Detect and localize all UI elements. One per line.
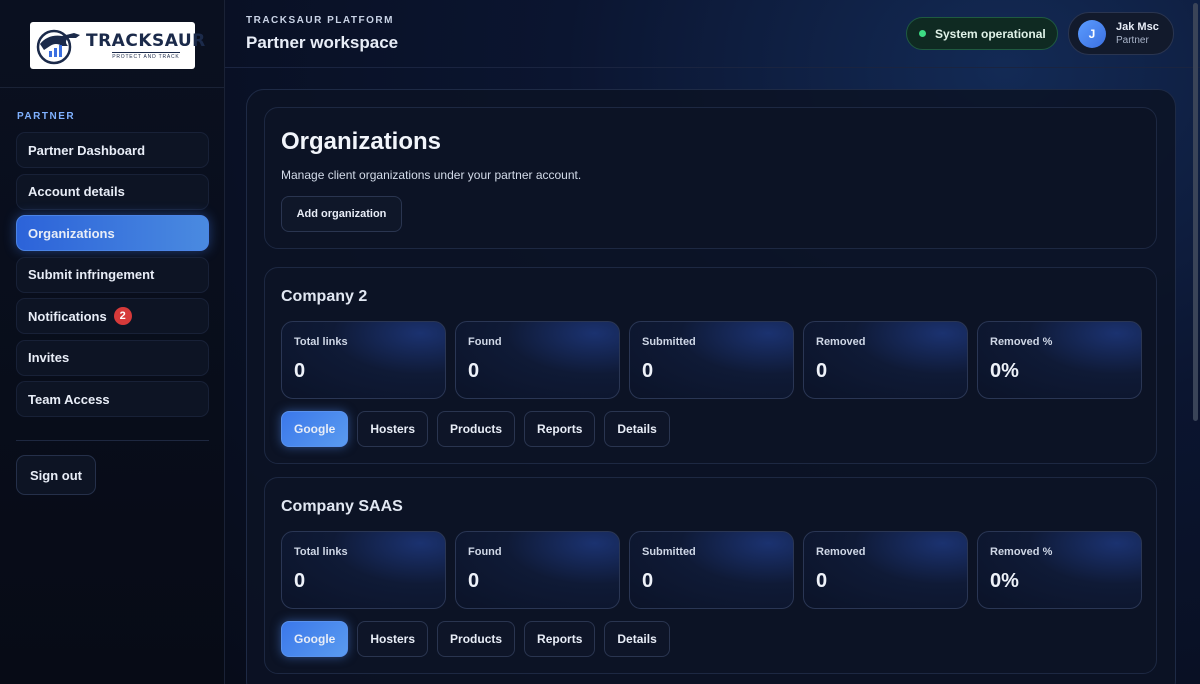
- stat-removed: Removed 0: [803, 321, 968, 399]
- stat-removed: Removed 0: [803, 531, 968, 609]
- user-role: Partner: [1116, 34, 1149, 46]
- app: TRACKSAUR PROTECT AND TRACK PARTNER Part…: [0, 0, 1200, 684]
- sidebar-item-notifications[interactable]: Notifications 2: [16, 298, 209, 334]
- sidebar-item-invites[interactable]: Invites: [16, 339, 209, 376]
- tab-products[interactable]: Products: [437, 411, 516, 447]
- brand-tagline: PROTECT AND TRACK: [112, 51, 180, 60]
- tab-products[interactable]: Products: [437, 621, 516, 657]
- dinosaur-logo-icon: [36, 29, 80, 64]
- organization-name: Company 2: [281, 288, 368, 305]
- tab-reports[interactable]: Reports: [524, 411, 596, 447]
- stat-label: Removed: [816, 336, 866, 348]
- page-header-panel: Organizations Manage client organization…: [264, 107, 1157, 249]
- brand-logo[interactable]: TRACKSAUR PROTECT AND TRACK: [30, 22, 205, 69]
- status-dot-icon: [919, 30, 926, 37]
- status-text: System operational: [935, 26, 1046, 41]
- sidebar-divider: [0, 87, 225, 88]
- system-status-badge: System operational: [906, 17, 1058, 50]
- sign-out-button[interactable]: Sign out: [16, 455, 96, 495]
- sidebar-item-label: Notifications: [28, 308, 107, 324]
- sidebar-divider: [16, 440, 209, 441]
- stat-label: Submitted: [642, 336, 696, 348]
- sidebar-item-submit-infringement[interactable]: Submit infringement: [16, 256, 209, 293]
- stats-row: Total links 0 Found 0 Submitted 0 Remove…: [281, 321, 1151, 399]
- stat-value: 0: [642, 360, 654, 382]
- stat-value: 0: [816, 570, 828, 592]
- stat-label: Found: [468, 546, 502, 558]
- notification-count-badge: 2: [113, 307, 132, 325]
- stat-removed-percent: Removed % 0%: [977, 531, 1142, 609]
- main-area: TRACKSAUR PLATFORM Partner workspace Sys…: [225, 0, 1200, 684]
- stat-value: 0%: [990, 570, 1019, 592]
- sidebar-item-label: Invites: [28, 350, 70, 365]
- page-description: Manage client organizations under your p…: [281, 168, 582, 182]
- organization-tabs: Google Hosters Products Reports Details: [281, 621, 679, 657]
- tab-hosters[interactable]: Hosters: [357, 411, 429, 447]
- stat-value: 0: [642, 570, 654, 592]
- tab-details[interactable]: Details: [604, 411, 670, 447]
- stat-label: Removed %: [990, 336, 1053, 348]
- stats-row: Total links 0 Found 0 Submitted 0 Remove…: [281, 531, 1151, 609]
- stat-value: 0: [816, 360, 828, 382]
- top-bar: TRACKSAUR PLATFORM Partner workspace Sys…: [225, 0, 1200, 68]
- sidebar: TRACKSAUR PROTECT AND TRACK PARTNER Part…: [0, 0, 225, 684]
- user-menu[interactable]: J Jak Msc Partner: [1068, 12, 1174, 55]
- stat-submitted: Submitted 0: [629, 321, 794, 399]
- sidebar-item-organizations[interactable]: Organizations: [16, 215, 209, 251]
- sidebar-item-label: Partner Dashboard: [28, 142, 146, 158]
- content-card: Organizations Manage client organization…: [246, 89, 1176, 684]
- stat-found: Found 0: [455, 321, 620, 399]
- organization-tabs: Google Hosters Products Reports Details: [281, 411, 679, 447]
- sidebar-item-team-access[interactable]: Team Access: [16, 381, 209, 417]
- stat-label: Found: [468, 336, 502, 348]
- sidebar-item-label: Submit infringement: [28, 267, 155, 282]
- organization-name: Company SAAS: [281, 498, 403, 515]
- stat-total-links: Total links 0: [281, 321, 446, 399]
- stat-removed-percent: Removed % 0%: [977, 321, 1142, 399]
- page-title: Organizations: [281, 128, 442, 155]
- sidebar-item-label: Account details: [28, 184, 125, 199]
- tab-reports[interactable]: Reports: [524, 621, 596, 657]
- stat-total-links: Total links 0: [281, 531, 446, 609]
- tab-google[interactable]: Google: [281, 411, 349, 447]
- tab-google[interactable]: Google: [281, 621, 349, 657]
- stat-value: 0%: [990, 360, 1019, 382]
- avatar: J: [1078, 19, 1106, 48]
- sidebar-item-account-details[interactable]: Account details: [16, 173, 209, 210]
- scrollbar[interactable]: [1193, 3, 1198, 421]
- add-organization-button[interactable]: Add organization: [281, 196, 402, 232]
- tab-hosters[interactable]: Hosters: [357, 621, 429, 657]
- workspace-title: Partner workspace: [246, 33, 399, 52]
- organization-card: Company 2 Total links 0 Found 0 Submitte…: [264, 267, 1157, 464]
- organization-card: Company SAAS Total links 0 Found 0 Submi…: [264, 477, 1157, 674]
- stat-label: Total links: [294, 546, 348, 558]
- sidebar-item-partner-dashboard[interactable]: Partner Dashboard: [16, 132, 209, 168]
- sidebar-item-label: Team Access: [28, 391, 110, 407]
- stat-label: Total links: [294, 336, 348, 348]
- stat-label: Submitted: [642, 546, 696, 558]
- stat-value: 0: [294, 570, 306, 592]
- user-name: Jak Msc: [1116, 20, 1159, 33]
- stat-found: Found 0: [455, 531, 620, 609]
- stat-label: Removed: [816, 546, 866, 558]
- stat-value: 0: [468, 570, 480, 592]
- sidebar-section-label: PARTNER: [17, 111, 76, 122]
- stat-label: Removed %: [990, 546, 1053, 558]
- sidebar-nav: Partner Dashboard Account details Organi…: [16, 132, 209, 423]
- tab-details[interactable]: Details: [604, 621, 670, 657]
- platform-eyebrow: TRACKSAUR PLATFORM: [246, 15, 394, 26]
- stat-value: 0: [294, 360, 306, 382]
- stat-submitted: Submitted 0: [629, 531, 794, 609]
- stat-value: 0: [468, 360, 480, 382]
- sidebar-item-label: Organizations: [28, 225, 115, 241]
- brand-name: TRACKSAUR: [86, 30, 206, 51]
